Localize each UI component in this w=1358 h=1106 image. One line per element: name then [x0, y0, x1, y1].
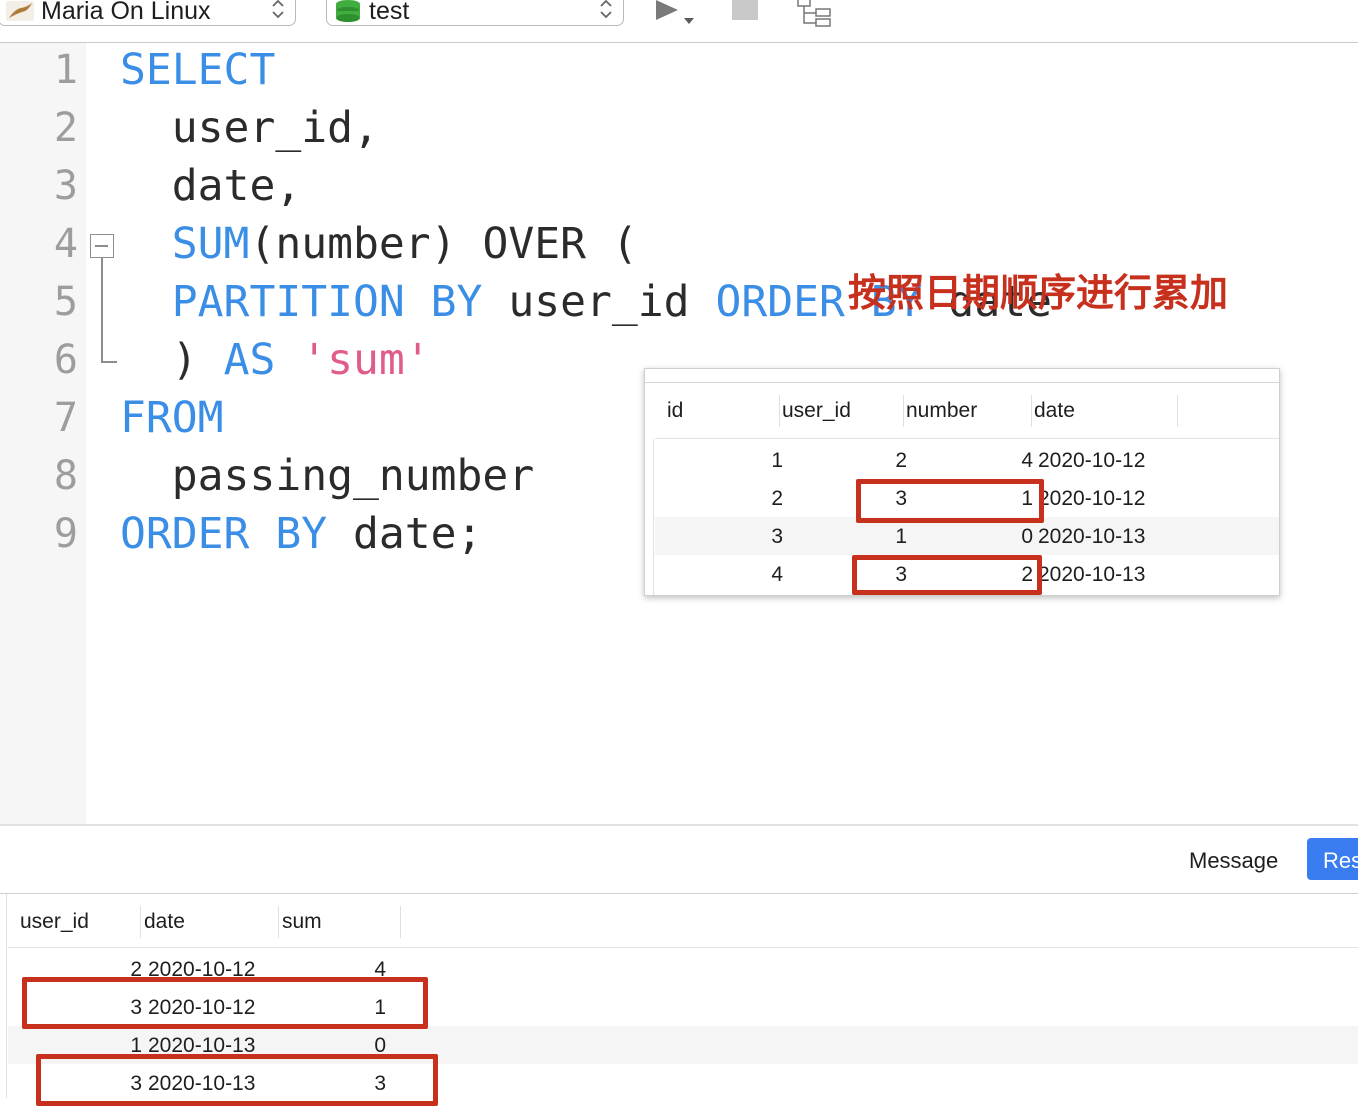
sql-token: date, — [120, 161, 302, 211]
code-line[interactable]: FROM — [120, 393, 224, 443]
fold-guide — [101, 258, 103, 362]
database-stack-icon — [336, 0, 360, 22]
sql-token: user_id — [482, 277, 716, 327]
sql-token: (number) OVER ( — [249, 219, 638, 269]
fold-toggle-icon[interactable] — [90, 234, 114, 258]
code-line[interactable]: user_id, — [120, 103, 379, 153]
results-panel: Message Res user_id date sum 2 2020-10-12… — [0, 824, 1358, 1106]
line-number-gutter: 1 2 3 4 5 6 7 8 9 — [0, 43, 86, 824]
sql-keyword: SUM — [120, 219, 250, 269]
code-line[interactable]: passing_number — [120, 451, 534, 501]
connection-selector[interactable]: Maria On Linux — [0, 0, 296, 26]
line-number: 1 — [53, 47, 78, 93]
table-cell[interactable]: 1 — [895, 525, 907, 549]
table-cell[interactable]: 2 — [895, 449, 907, 473]
annotation-text: 按照日期顺序进行累加 — [848, 273, 1229, 315]
sql-string: 'sum' — [301, 335, 431, 385]
toolbar: Maria On Linux test — [0, 0, 1358, 43]
highlight-box — [852, 555, 1042, 595]
sql-token: date; — [327, 509, 483, 559]
line-number: 9 — [53, 511, 78, 557]
sql-token: user_id, — [120, 103, 379, 153]
database-name: test — [369, 0, 410, 25]
sql-token: passing_number — [120, 451, 535, 501]
sql-keyword: AS — [223, 335, 276, 385]
table-cell[interactable]: 3 — [771, 525, 783, 549]
run-icon[interactable] — [652, 0, 698, 28]
sql-keyword: FROM — [120, 393, 224, 443]
stop-icon[interactable] — [732, 0, 758, 20]
column-header[interactable]: number — [906, 399, 977, 423]
line-number: 2 — [53, 105, 78, 151]
sql-keyword: SELECT — [120, 45, 276, 95]
sql-keyword: ORDER BY — [120, 509, 328, 559]
mariadb-logo-icon — [6, 1, 34, 21]
line-number: 7 — [53, 395, 78, 441]
code-line[interactable]: SUM(number) OVER ( — [120, 219, 638, 269]
tab-message[interactable]: Message — [1189, 848, 1278, 874]
updown-arrows-icon — [272, 0, 284, 19]
line-number: 8 — [53, 453, 78, 499]
updown-arrows-icon — [600, 0, 612, 19]
fold-guide-end — [101, 361, 117, 363]
sql-keyword: PARTITION BY — [120, 277, 483, 327]
table-cell[interactable]: 4 — [1021, 449, 1033, 473]
column-header[interactable]: user_id — [782, 399, 851, 423]
sql-editor[interactable]: 1 2 3 4 5 6 7 8 9 SELECT user_id, date, SUM(numb… — [0, 43, 1358, 824]
table-cell[interactable]: 2020-10-13 — [1038, 525, 1145, 549]
overlay-title-strip — [645, 369, 1279, 383]
column-header[interactable]: user_id — [20, 910, 89, 934]
line-number: 6 — [53, 337, 78, 383]
highlight-box — [856, 479, 1044, 523]
explain-icon[interactable] — [796, 0, 836, 28]
table-cell[interactable]: 1 — [771, 449, 783, 473]
line-number: 3 — [53, 163, 78, 209]
line-number: 5 — [53, 279, 78, 325]
highlight-box — [22, 977, 428, 1029]
database-selector[interactable]: test — [326, 0, 624, 26]
column-header[interactable]: id — [667, 399, 683, 423]
tab-result[interactable]: Res — [1307, 838, 1358, 880]
table-cell[interactable]: 2020-10-13 — [1038, 563, 1145, 587]
table-cell[interactable]: 2 — [771, 487, 783, 511]
column-header[interactable]: date — [1034, 399, 1075, 423]
code-line[interactable]: date, — [120, 161, 301, 211]
table-cell[interactable]: 4 — [771, 563, 783, 587]
code-line[interactable]: ) AS 'sum' — [120, 335, 431, 385]
line-number: 4 — [53, 221, 78, 267]
code-line[interactable]: ORDER BY date; — [120, 509, 482, 559]
column-header[interactable]: date — [144, 910, 185, 934]
results-tab-bar: Message Res — [0, 826, 1358, 894]
table-row[interactable]: 1 2 4 2020-10-12 — [655, 441, 1279, 479]
connection-name: Maria On Linux — [41, 0, 211, 25]
result-table-header: user_id date sum — [8, 894, 1358, 948]
source-table-header: id user_id number date — [655, 383, 1279, 439]
table-cell[interactable]: 2020-10-12 — [1038, 449, 1145, 473]
table-cell[interactable]: 2020-10-12 — [1038, 487, 1145, 511]
table-cell[interactable]: 0 — [1021, 525, 1033, 549]
column-header[interactable]: sum — [282, 910, 322, 934]
sql-token: ) — [120, 335, 224, 385]
highlight-box — [36, 1054, 438, 1106]
code-line[interactable]: SELECT — [120, 45, 275, 95]
